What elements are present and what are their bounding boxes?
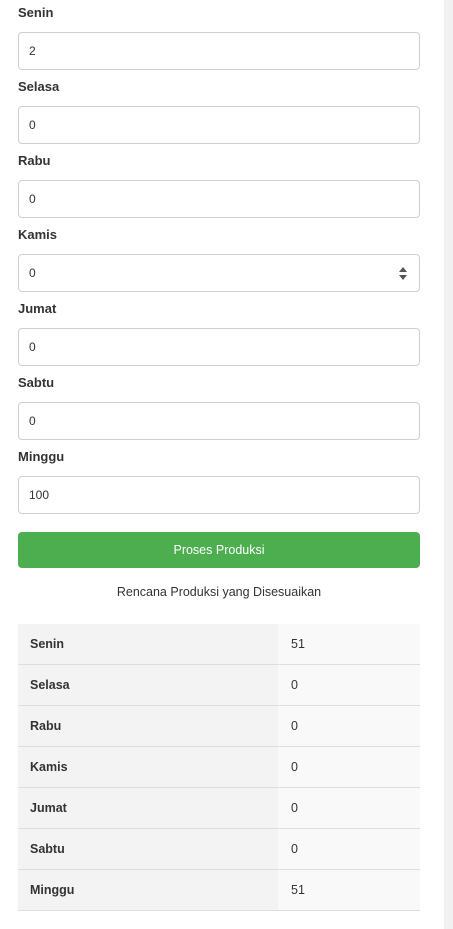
table-row: Kamis 0 [18, 746, 420, 788]
field-selasa: Selasa 0 [18, 74, 420, 148]
field-minggu: Minggu 100 [18, 444, 420, 518]
input-rabu[interactable]: 0 [18, 180, 420, 218]
row-day: Rabu [18, 705, 278, 747]
row-value: 0 [278, 828, 420, 870]
field-label-rabu: Rabu [18, 153, 51, 168]
table-row: Senin 51 [18, 624, 420, 665]
input-value-sabtu: 0 [29, 414, 36, 428]
field-senin: Senin 2 [18, 0, 420, 74]
spinner-down-icon[interactable] [399, 275, 407, 280]
input-selasa[interactable]: 0 [18, 106, 420, 144]
field-label-minggu: Minggu [18, 449, 65, 464]
row-value: 51 [278, 869, 420, 911]
row-day: Jumat [18, 787, 278, 829]
row-day: Senin [18, 624, 278, 665]
row-value: 51 [278, 624, 420, 665]
proses-produksi-button[interactable]: Proses Produksi [18, 532, 420, 568]
input-value-selasa: 0 [29, 118, 36, 132]
field-kamis: Kamis 0 [18, 222, 420, 296]
input-senin[interactable]: 2 [18, 32, 420, 70]
spinner-up-icon[interactable] [399, 267, 407, 272]
field-label-senin: Senin [18, 5, 54, 20]
table-row: Jumat 0 [18, 787, 420, 829]
table-row: Selasa 0 [18, 664, 420, 706]
input-jumat[interactable]: 0 [18, 328, 420, 366]
field-label-selasa: Selasa [18, 79, 60, 94]
input-value-jumat: 0 [29, 340, 36, 354]
input-value-senin: 2 [29, 44, 36, 58]
row-value: 0 [278, 787, 420, 829]
input-minggu[interactable]: 100 [18, 476, 420, 514]
page-scroll-strip [444, 0, 453, 929]
table-row: Minggu 51 [18, 869, 420, 911]
row-value: 0 [278, 705, 420, 747]
input-value-kamis: 0 [29, 266, 36, 280]
table-row: Sabtu 0 [18, 828, 420, 870]
input-value-minggu: 100 [29, 488, 50, 502]
row-value: 0 [278, 746, 420, 788]
table-row: Rabu 0 [18, 705, 420, 747]
result-title: Rencana Produksi yang Disesuaikan [116, 585, 322, 599]
field-sabtu: Sabtu 0 [18, 370, 420, 444]
field-rabu: Rabu 0 [18, 148, 420, 222]
row-value: 0 [278, 664, 420, 706]
field-label-sabtu: Sabtu [18, 375, 55, 390]
result-table: Senin 51 Selasa 0 Rabu 0 Kamis 0 Jumat 0… [18, 624, 420, 911]
production-form: Senin 2 Selasa 0 Rabu 0 Kamis 0 Jumat 0 [18, 0, 420, 518]
number-spinner[interactable] [398, 266, 408, 282]
row-day: Kamis [18, 746, 278, 788]
input-sabtu[interactable]: 0 [18, 402, 420, 440]
field-label-jumat: Jumat [18, 301, 57, 316]
field-label-kamis: Kamis [18, 227, 58, 242]
input-kamis[interactable]: 0 [18, 254, 420, 292]
row-day: Selasa [18, 664, 278, 706]
row-day: Sabtu [18, 828, 278, 870]
row-day: Minggu [18, 869, 278, 911]
input-value-rabu: 0 [29, 192, 36, 206]
field-jumat: Jumat 0 [18, 296, 420, 370]
